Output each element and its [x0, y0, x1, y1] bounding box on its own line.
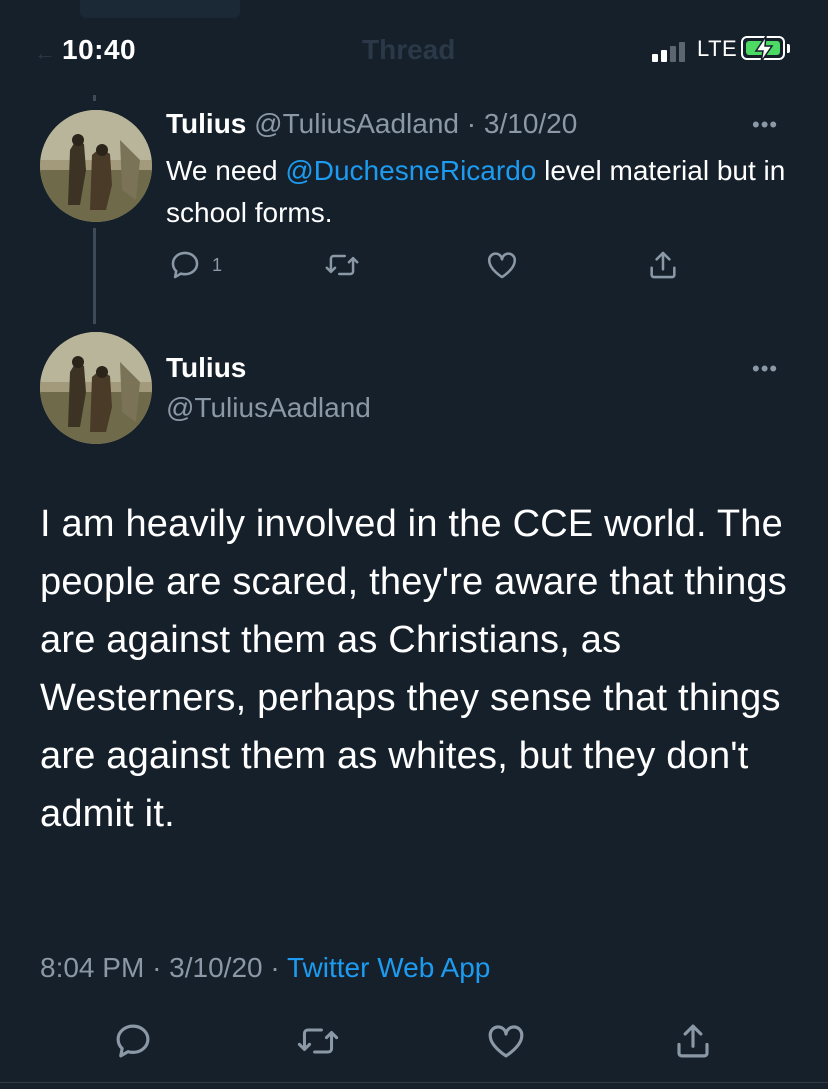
network-type: LTE — [697, 36, 738, 61]
share-icon — [650, 251, 676, 279]
separator: · — [152, 952, 162, 983]
tweet-source-link[interactable]: Twitter Web App — [287, 952, 490, 983]
heart-icon — [488, 1025, 524, 1058]
reply-tweet-text: We need @DuchesneRicardo level material … — [166, 150, 796, 234]
thread-line-top — [93, 95, 96, 101]
tweet-time[interactable]: 8:04 PM — [40, 952, 144, 983]
separator: · — [466, 108, 477, 139]
like-button[interactable] — [484, 1020, 528, 1062]
mention-link[interactable]: @DuchesneRicardo — [285, 155, 536, 186]
main-tweet-actions — [0, 1020, 828, 1070]
avatar[interactable] — [40, 110, 152, 222]
retweet-button[interactable] — [324, 248, 360, 282]
user-handle[interactable]: @TuliusAadland — [254, 108, 459, 139]
tweet-date[interactable]: 3/10/20 — [484, 108, 577, 139]
divider — [0, 1082, 828, 1083]
reply-tweet-header: Tulius @TuliusAadland · 3/10/20 — [166, 108, 577, 140]
reply-icon — [116, 1024, 150, 1058]
cellular-signal-icon — [652, 40, 692, 62]
status-bar: ← Thread 10:40 LTE — [0, 0, 828, 100]
thread-line — [93, 228, 96, 324]
reply-tweet-actions: 1 — [166, 246, 706, 286]
display-name[interactable]: Tulius — [166, 108, 246, 139]
reply-button[interactable]: 1 — [168, 248, 222, 282]
heart-icon — [487, 252, 517, 279]
avatar[interactable] — [40, 332, 152, 444]
share-icon — [677, 1024, 709, 1058]
like-button[interactable] — [484, 248, 520, 282]
reply-count: 1 — [212, 254, 223, 275]
nav-title: Thread — [362, 34, 456, 65]
separator: · — [270, 952, 280, 983]
main-tweet-text: I am heavily involved in the CCE world. … — [40, 503, 787, 835]
reply-button[interactable] — [112, 1020, 154, 1062]
tweet-date[interactable]: 3/10/20 — [169, 952, 262, 983]
battery-tip — [787, 44, 790, 53]
display-name[interactable]: Tulius — [166, 352, 246, 384]
retweet-icon — [325, 254, 359, 276]
charging-bolt-icon — [754, 35, 774, 63]
more-icon[interactable]: ••• — [752, 112, 778, 138]
battery-icon — [741, 35, 785, 63]
reply-icon — [171, 251, 199, 279]
status-time: 10:40 — [62, 34, 137, 65]
user-handle[interactable]: @TuliusAadland — [166, 392, 371, 424]
back-arrow-icon[interactable]: ← — [34, 40, 56, 66]
more-icon[interactable]: ••• — [752, 356, 778, 382]
share-button[interactable] — [646, 248, 680, 282]
retweet-icon — [297, 1028, 339, 1054]
tweet-timestamp: 8:04 PM · 3/10/20 · Twitter Web App — [40, 952, 490, 984]
retweet-button[interactable] — [296, 1020, 340, 1062]
tweet-text-part: We need — [166, 155, 286, 186]
share-button[interactable] — [672, 1020, 714, 1062]
